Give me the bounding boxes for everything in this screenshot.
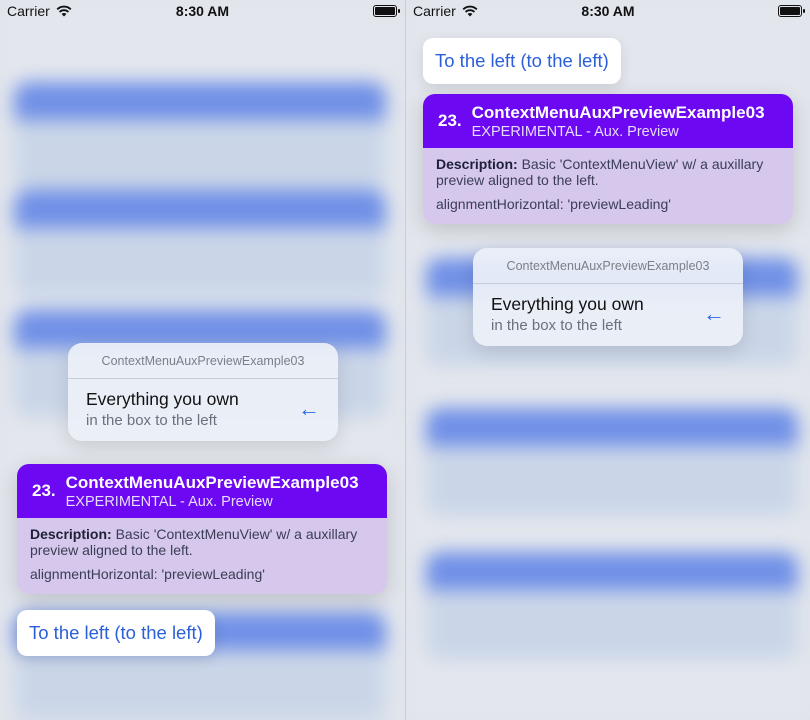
aux-preview[interactable]: To the left (to the left) [423,38,621,84]
context-menu-title: ContextMenuAuxPreviewExample03 [68,343,338,379]
context-menu: ContextMenuAuxPreviewExample03 Everythin… [473,248,743,346]
battery-icon [778,5,805,17]
preview-card-body: Description: Basic 'ContextMenuView' w/ … [17,518,387,594]
context-menu-item[interactable]: Everything you own in the box to the lef… [68,379,338,441]
card-number: 23. [438,111,462,130]
card-number: 23. [32,481,56,500]
card-alignment: alignmentHorizontal: 'previewLeading' [30,566,265,582]
preview-card[interactable]: 23. ContextMenuAuxPreviewExample03 EXPER… [17,464,387,594]
preview-card-header: 23. ContextMenuAuxPreviewExample03 EXPER… [423,94,793,148]
menu-item-subtitle: in the box to the left [86,412,217,429]
preview-card[interactable]: 23. ContextMenuAuxPreviewExample03 EXPER… [423,94,793,224]
card-title: ContextMenuAuxPreviewExample03 [65,472,359,492]
carrier-label: Carrier [7,3,50,19]
phone-screen-left: Carrier 8:30 AM ContextMenuAuxPreviewExa… [0,0,405,720]
aux-preview[interactable]: To the left (to the left) [17,610,215,656]
phone-screen-right: Carrier 8:30 AM To the left (to the left… [405,0,810,720]
preview-card-body: Description: Basic 'ContextMenuView' w/ … [423,148,793,224]
card-subtitle: EXPERIMENTAL - Aux. Preview [65,493,273,510]
context-menu: ContextMenuAuxPreviewExample03 Everythin… [68,343,338,441]
card-description: Description: Basic 'ContextMenuView' w/ … [30,526,374,558]
menu-item-title: Everything you own [491,294,644,314]
preview-card-header: 23. ContextMenuAuxPreviewExample03 EXPER… [17,464,387,518]
description-label: Description: [30,526,112,542]
description-label: Description: [436,156,518,172]
card-description: Description: Basic 'ContextMenuView' w/ … [436,156,780,188]
wifi-icon [462,5,478,17]
arrow-left-icon: ← [703,301,725,326]
menu-item-title: Everything you own [86,389,239,409]
wifi-icon [56,5,72,17]
card-alignment: alignmentHorizontal: 'previewLeading' [436,196,671,212]
arrow-left-icon: ← [298,396,320,421]
status-bar: Carrier 8:30 AM [0,0,405,22]
status-bar: Carrier 8:30 AM [406,0,810,22]
carrier-label: Carrier [413,3,456,19]
battery-icon [373,5,400,17]
menu-item-subtitle: in the box to the left [491,317,622,334]
card-title: ContextMenuAuxPreviewExample03 [471,102,765,122]
context-menu-title: ContextMenuAuxPreviewExample03 [473,248,743,284]
card-subtitle: EXPERIMENTAL - Aux. Preview [471,123,679,140]
context-menu-item[interactable]: Everything you own in the box to the lef… [473,284,743,346]
